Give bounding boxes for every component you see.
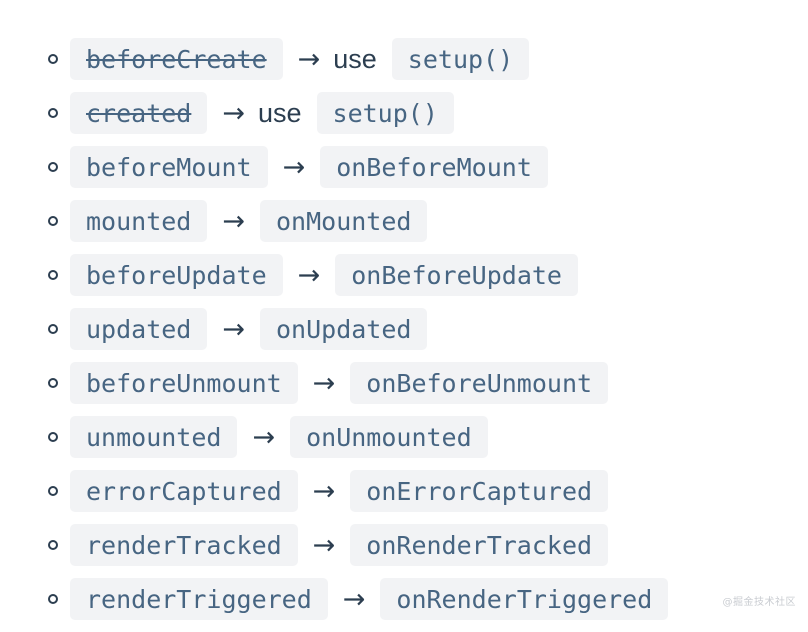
list-item: renderTracked → onRenderTracked <box>0 524 808 566</box>
list-item: mounted → onMounted <box>0 200 808 242</box>
new-hook-code: onErrorCaptured <box>350 470 609 512</box>
arrow-right-icon: → <box>282 151 306 183</box>
list-item: beforeMount → onBeforeMount <box>0 146 808 188</box>
arrow-right-icon: → <box>312 529 336 561</box>
new-hook-code: setup() <box>391 38 530 80</box>
arrow-right-icon: → <box>222 205 245 237</box>
use-label: use <box>333 43 377 74</box>
arrow-right-icon: → <box>222 313 245 345</box>
bullet-circle-icon <box>48 432 70 442</box>
arrow-right-icon: → <box>312 367 336 399</box>
list-item: updated → onUpdated <box>0 308 808 350</box>
old-hook-code: beforeMount <box>70 146 268 188</box>
list-item: renderTriggered → onRenderTriggered <box>0 578 808 620</box>
new-hook-code: onBeforeMount <box>320 146 548 188</box>
list-item: created → use setup() <box>0 92 808 134</box>
list-item: errorCaptured → onErrorCaptured <box>0 470 808 512</box>
old-hook-code: updated <box>70 308 208 350</box>
bullet-circle-icon <box>48 54 70 64</box>
bullet-circle-icon <box>48 108 70 118</box>
bullet-circle-icon <box>48 324 70 334</box>
new-hook-code: onMounted <box>259 200 428 242</box>
old-hook-code: renderTriggered <box>70 578 328 620</box>
list-item: beforeUpdate → onBeforeUpdate <box>0 254 808 296</box>
old-hook-code: created <box>70 92 208 134</box>
old-hook-code: beforeUnmount <box>70 362 298 404</box>
bullet-circle-icon <box>48 486 70 496</box>
list-item: beforeUnmount → onBeforeUnmount <box>0 362 808 404</box>
old-hook-code: unmounted <box>70 416 238 458</box>
bullet-circle-icon <box>48 540 70 550</box>
new-hook-code: onBeforeUpdate <box>335 254 578 296</box>
arrow-right-icon: → <box>252 421 276 453</box>
arrow-right-icon: → <box>297 259 321 291</box>
bullet-circle-icon <box>48 162 70 172</box>
arrow-right-icon: → <box>342 583 366 615</box>
list-item: unmounted → onUnmounted <box>0 416 808 458</box>
new-hook-code: onUnmounted <box>290 416 488 458</box>
arrow-right-icon: → <box>222 97 245 129</box>
arrow-right-icon: → <box>312 475 336 507</box>
arrow-right-icon: → <box>297 43 321 75</box>
bullet-circle-icon <box>48 270 70 280</box>
new-hook-code: setup() <box>316 92 454 134</box>
new-hook-code: onBeforeUnmount <box>350 362 609 404</box>
watermark: @掘金技术社区 <box>722 597 796 608</box>
old-hook-code: beforeCreate <box>70 38 283 80</box>
bullet-circle-icon <box>48 378 70 388</box>
old-hook-code: errorCaptured <box>70 470 298 512</box>
old-hook-code: mounted <box>70 200 208 242</box>
list-item: beforeCreate → use setup() <box>0 38 808 80</box>
old-hook-code: beforeUpdate <box>70 254 283 296</box>
new-hook-code: onUpdated <box>259 308 428 350</box>
lifecycle-hooks-list: beforeCreate → use setup() created → use setup(… <box>0 38 808 632</box>
new-hook-code: onRenderTriggered <box>380 578 669 620</box>
bullet-circle-icon <box>48 594 70 604</box>
use-label: use <box>257 97 302 128</box>
new-hook-code: onRenderTracked <box>350 524 609 566</box>
old-hook-code: renderTracked <box>70 524 298 566</box>
bullet-circle-icon <box>48 216 70 226</box>
